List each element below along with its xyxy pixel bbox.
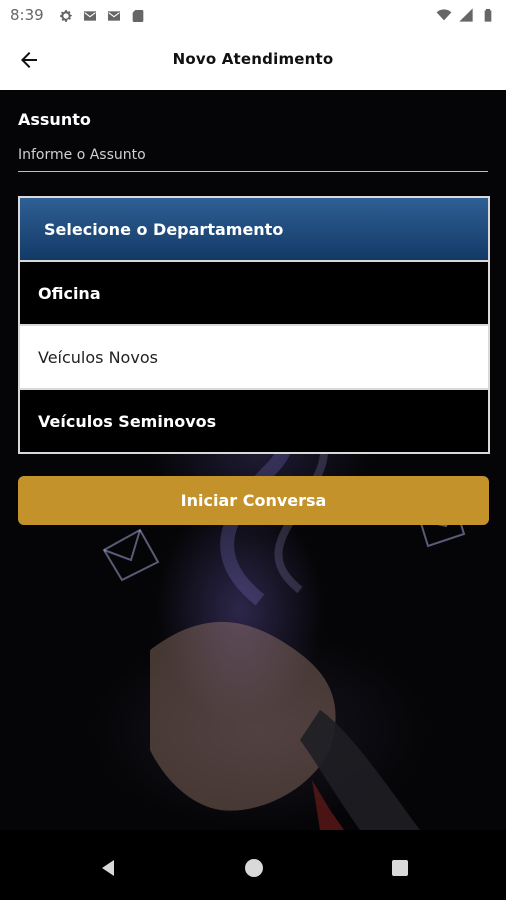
subject-label: Assunto xyxy=(18,110,91,129)
app-bar: Novo Atendimento xyxy=(0,30,506,90)
home-circle-icon xyxy=(245,859,263,877)
department-item-veiculos-novos[interactable]: Veículos Novos xyxy=(20,326,488,390)
nav-back-button[interactable] xyxy=(96,856,120,880)
subject-input-wrapper xyxy=(18,141,488,172)
nav-recents-button[interactable] xyxy=(388,856,412,880)
status-bar: 8:39 xyxy=(0,0,506,30)
navigation-bar xyxy=(0,830,506,900)
sd-card-icon xyxy=(132,10,144,22)
gmail-icon xyxy=(108,11,120,21)
department-item-oficina[interactable]: Oficina xyxy=(20,262,488,326)
gmail-icon xyxy=(84,11,96,21)
status-left-icons xyxy=(58,8,146,24)
subject-form: Assunto xyxy=(18,105,488,172)
subject-input[interactable] xyxy=(18,141,488,169)
start-chat-button[interactable]: Iniciar Conversa xyxy=(18,476,489,525)
department-list-header: Selecione o Departamento xyxy=(20,198,488,262)
status-right-icons xyxy=(436,7,496,23)
signal-icon xyxy=(459,8,473,22)
status-time: 8:39 xyxy=(10,6,44,24)
settings-icon xyxy=(60,10,72,22)
battery-icon xyxy=(484,9,492,22)
department-item-veiculos-seminovos[interactable]: Veículos Seminovos xyxy=(20,390,488,452)
department-list: Selecione o Departamento Oficina Veículo… xyxy=(18,196,490,454)
page-title: Novo Atendimento xyxy=(172,50,334,68)
back-triangle-icon xyxy=(102,860,114,876)
recents-square-icon xyxy=(392,860,408,876)
wifi-icon xyxy=(436,9,452,21)
nav-home-button[interactable] xyxy=(242,856,266,880)
screen: 8:39 Novo Atendimento Assunto Informe o … xyxy=(0,0,506,900)
